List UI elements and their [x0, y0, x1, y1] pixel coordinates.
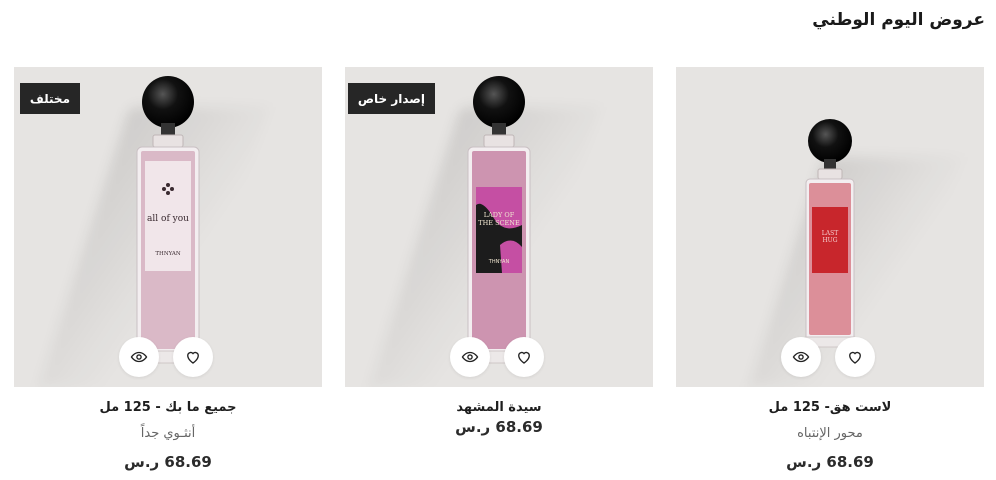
- quick-view-button[interactable]: [450, 337, 490, 377]
- product-card[interactable]: LAST HUG لاست هق- 125 مل محور الإنتباه 6…: [676, 67, 984, 480]
- perfume-bottle-image: all of you THNYAN: [134, 76, 202, 364]
- product-name[interactable]: سيدة المشهد: [345, 400, 653, 417]
- svg-text:LADY OF: LADY OF: [484, 211, 515, 219]
- svg-text:THE SCENE: THE SCENE: [478, 219, 520, 227]
- perfume-bottle-image: LADY OF THE SCENE THNYAN: [465, 76, 533, 364]
- product-subtitle: أنثـوي جداً: [140, 426, 196, 441]
- svg-text:LAST: LAST: [822, 230, 838, 237]
- product-name[interactable]: لاست هق- 125 مل: [676, 400, 984, 417]
- svg-text:THNYAN: THNYAN: [488, 259, 510, 265]
- heart-icon: [849, 351, 861, 364]
- wishlist-button[interactable]: [173, 337, 213, 377]
- product-image[interactable]: مختلف all of you THNYAN: [14, 67, 322, 387]
- product-subtitle: محور الإنتباه: [797, 426, 863, 441]
- product-price: 68.69 ر.س: [124, 453, 212, 471]
- eye-icon: [130, 351, 148, 363]
- perfume-bottle-image: LAST HUG: [803, 119, 857, 348]
- quick-view-button[interactable]: [119, 337, 159, 377]
- product-card[interactable]: مختلف all of you THNYAN جميع ما بك - 125…: [14, 67, 322, 480]
- product-card[interactable]: إصدار خاص LADY OF THE SCENE THNYAN سيدة …: [345, 67, 653, 480]
- eye-icon: [461, 351, 479, 363]
- heart-icon: [518, 351, 530, 364]
- quick-view-button[interactable]: [781, 337, 821, 377]
- eye-icon: [792, 351, 810, 363]
- product-name[interactable]: جميع ما بك - 125 مل: [14, 400, 322, 417]
- product-image[interactable]: LAST HUG: [676, 67, 984, 387]
- heart-icon: [187, 351, 199, 364]
- product-grid: LAST HUG لاست هق- 125 مل محور الإنتباه 6…: [14, 67, 984, 480]
- product-badge: إصدار خاص: [347, 83, 435, 114]
- product-badge: مختلف: [19, 83, 80, 114]
- section-title: عروض اليوم الوطني: [812, 10, 985, 30]
- svg-text:HUG: HUG: [822, 237, 837, 244]
- svg-text:THNYAN: THNYAN: [155, 251, 180, 257]
- svg-text:all of you: all of you: [147, 214, 189, 224]
- product-price: 68.69 ر.س: [786, 453, 874, 471]
- wishlist-button[interactable]: [504, 337, 544, 377]
- product-image[interactable]: إصدار خاص LADY OF THE SCENE THNYAN: [345, 67, 653, 387]
- product-price: 68.69 ر.س: [455, 418, 543, 436]
- wishlist-button[interactable]: [835, 337, 875, 377]
